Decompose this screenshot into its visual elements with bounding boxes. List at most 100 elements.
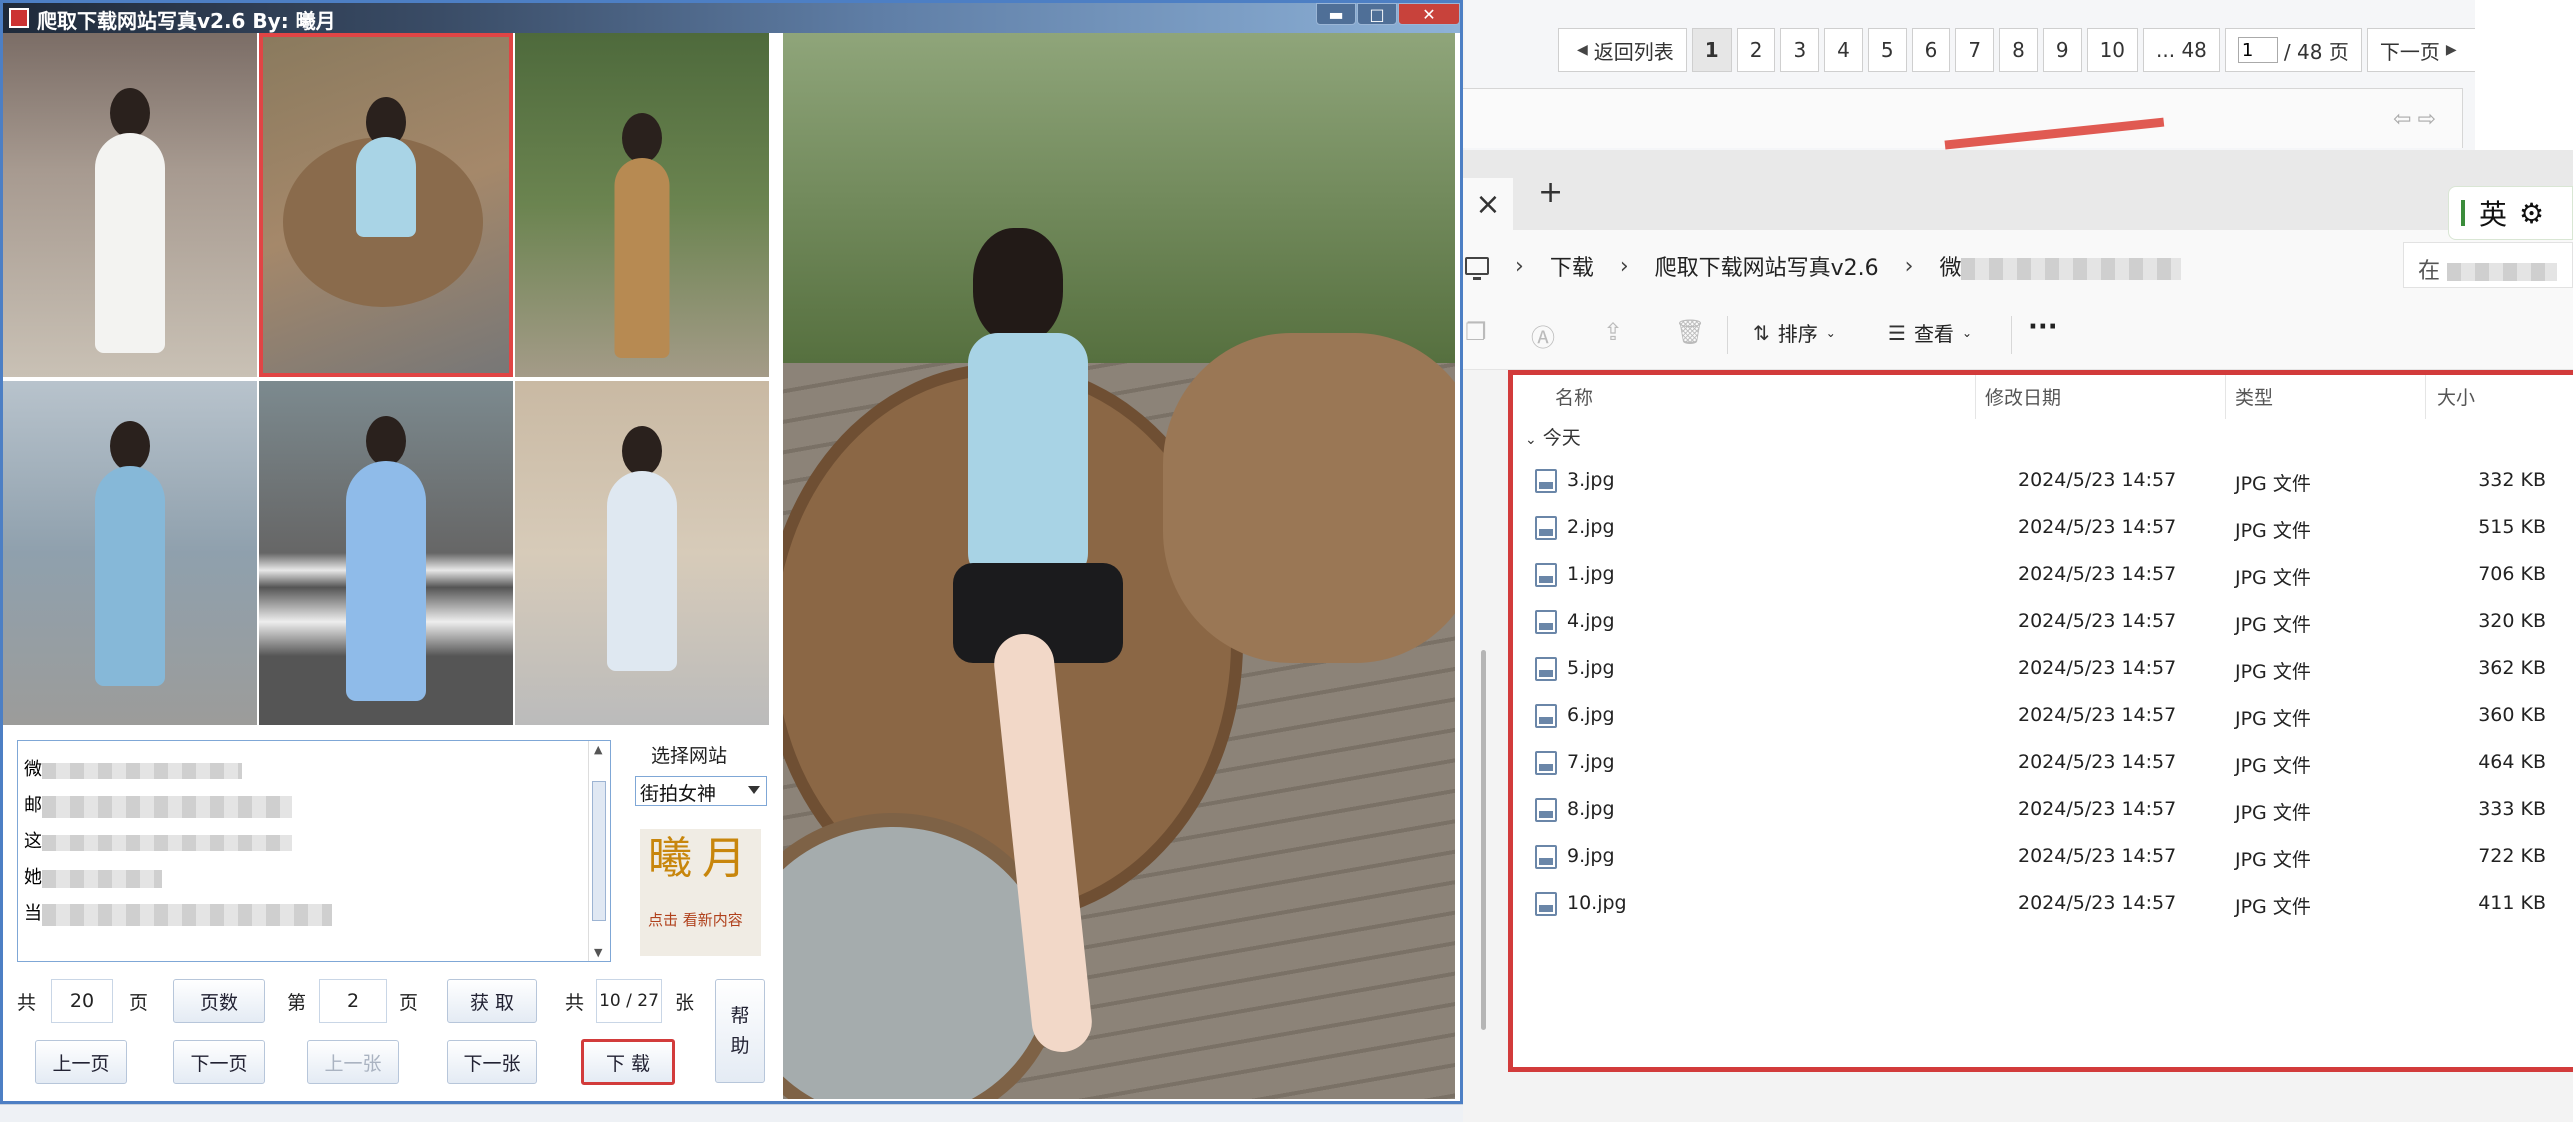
page-link[interactable]: 4 <box>1824 28 1863 72</box>
sort-icon: ⇅ <box>1753 320 1770 345</box>
page-link[interactable]: 8 <box>1999 28 2038 72</box>
new-tab-icon[interactable]: + <box>1538 175 1563 210</box>
search-input[interactable]: 在 <box>2403 242 2573 288</box>
page-link[interactable]: 10 <box>2086 28 2139 72</box>
file-row[interactable]: 2.jpg 2024/5/23 14:57 JPG 文件 515 KB <box>1513 504 2573 551</box>
file-row[interactable]: 3.jpg 2024/5/23 14:57 JPG 文件 332 KB <box>1513 457 2573 504</box>
nav-scrollbar[interactable] <box>1481 650 1486 1030</box>
next-image-button[interactable]: 下一张 <box>447 1040 537 1084</box>
page-link[interactable]: 1 <box>1691 28 1732 72</box>
prev-list-link[interactable]: ◀ 返回列表 <box>1558 28 1687 72</box>
file-size: 332 KB <box>2478 469 2546 491</box>
app-icon <box>9 8 29 28</box>
image-preview[interactable] <box>783 33 1455 1099</box>
scroll-thumb[interactable] <box>592 781 606 921</box>
thumbnail-4[interactable] <box>3 381 257 725</box>
gear-icon[interactable]: ⚙ <box>2519 197 2544 230</box>
maximize-button[interactable]: □ <box>1357 3 1397 25</box>
pages-button[interactable]: 页数 <box>173 979 265 1023</box>
column-divider[interactable] <box>2225 375 2226 419</box>
thumbnail-2-selected[interactable] <box>259 33 513 377</box>
scroll-down-icon[interactable]: ▼ <box>594 946 602 959</box>
breadcrumb-current-folder[interactable]: 微 <box>1939 250 2182 282</box>
total-pages-field[interactable]: 20 <box>51 979 113 1023</box>
page-link-last[interactable]: ... 48 <box>2143 28 2220 72</box>
info-scrollbar[interactable]: ▲ ▼ <box>588 741 610 961</box>
column-size[interactable]: 大小 <box>2437 383 2475 410</box>
thumbnail-6[interactable] <box>515 381 769 725</box>
toolbar-separator <box>1727 316 1728 354</box>
page-link[interactable]: 2 <box>1736 28 1776 72</box>
this-pc-icon[interactable] <box>1465 257 1489 280</box>
page-link[interactable]: 5 <box>1867 28 1907 72</box>
file-size: 706 KB <box>2478 563 2546 585</box>
file-row[interactable]: 1.jpg 2024/5/23 14:57 JPG 文件 706 KB <box>1513 551 2573 598</box>
page-link[interactable]: 6 <box>1911 28 1951 72</box>
prev-image-button[interactable]: 上一张 <box>307 1040 399 1084</box>
file-row[interactable]: 8.jpg 2024/5/23 14:57 JPG 文件 333 KB <box>1513 786 2573 833</box>
ime-handle[interactable] <box>2461 200 2465 226</box>
image-count-field: 10 / 27 <box>596 979 662 1023</box>
photo-figure <box>366 416 406 466</box>
group-today[interactable]: ⌄ 今天 <box>1525 423 1581 450</box>
file-date: 2024/5/23 14:57 <box>2018 845 2177 867</box>
file-row[interactable]: 9.jpg 2024/5/23 14:57 JPG 文件 722 KB <box>1513 833 2573 880</box>
file-row[interactable]: 5.jpg 2024/5/23 14:57 JPG 文件 362 KB <box>1513 645 2573 692</box>
triangle-left-icon: ◀ <box>1577 42 1588 58</box>
rename-icon[interactable]: Ⓐ <box>1531 318 1555 353</box>
page-link[interactable]: 3 <box>1780 28 1820 72</box>
download-button[interactable]: 下 载 <box>581 1039 675 1085</box>
current-page-field[interactable]: 2 <box>319 979 387 1023</box>
thumbnail-5[interactable] <box>259 381 513 725</box>
scroll-up-icon[interactable]: ▲ <box>594 743 602 756</box>
copy-icon[interactable]: ❐ <box>1465 318 1487 346</box>
file-type: JPG 文件 <box>2235 567 2311 589</box>
column-type[interactable]: 类型 <box>2235 383 2273 410</box>
page-link[interactable]: 7 <box>1955 28 1995 72</box>
breadcrumb-app-folder[interactable]: 爬取下载网站写真v2.6 <box>1655 250 1879 282</box>
column-date[interactable]: 修改日期 <box>1985 383 2061 410</box>
file-row[interactable]: 7.jpg 2024/5/23 14:57 JPG 文件 464 KB <box>1513 739 2573 786</box>
column-name[interactable]: 名称 <box>1555 383 1593 410</box>
site-select[interactable]: 街拍女神 <box>635 776 767 806</box>
prev-page-button[interactable]: 上一页 <box>35 1040 127 1084</box>
close-tab-icon[interactable]: × <box>1463 178 1513 230</box>
file-row[interactable]: 4.jpg 2024/5/23 14:57 JPG 文件 320 KB <box>1513 598 2573 645</box>
ime-toolbar[interactable]: 英 ⚙ <box>2448 186 2573 240</box>
view-button[interactable]: ☰ 查看 ⌄ <box>1888 318 1972 347</box>
sort-button[interactable]: ⇅ 排序 ⌄ <box>1753 318 1836 347</box>
column-divider[interactable] <box>2425 375 2426 419</box>
help-button[interactable]: 帮 助 <box>715 979 765 1083</box>
author-logo[interactable]: 曦月 点击 看新内容 <box>640 829 761 956</box>
info-textbox[interactable]: 微 邮 这 她 当 ▲ ▼ <box>17 740 611 962</box>
thumbnail-1[interactable] <box>3 33 257 377</box>
file-row[interactable]: 6.jpg 2024/5/23 14:57 JPG 文件 360 KB <box>1513 692 2573 739</box>
get-button[interactable]: 获 取 <box>447 979 537 1023</box>
file-row[interactable]: 10.jpg 2024/5/23 14:57 JPG 文件 411 KB <box>1513 880 2573 927</box>
thumbnail-3[interactable] <box>515 33 769 377</box>
page-link[interactable]: 9 <box>2042 28 2082 72</box>
file-explorer-window: × + › 下载 › 爬取下载网站写真v2.6 › 微 在 ❐ Ⓐ ⇪ 🗑 ⇅ 排… <box>1463 150 2573 1122</box>
column-divider[interactable] <box>1975 375 1976 419</box>
file-name: 5.jpg <box>1567 657 1615 679</box>
nav-pane-edge <box>1463 370 1508 1072</box>
file-date: 2024/5/23 14:57 <box>2018 563 2177 585</box>
count-label: 共 <box>565 992 585 1014</box>
file-type: JPG 文件 <box>2235 614 2311 636</box>
nav-arrows-icon[interactable]: ⇦⇨ <box>2393 107 2442 132</box>
photo-figure <box>110 88 150 138</box>
more-options-button[interactable]: ··· <box>2028 312 2058 342</box>
ime-language[interactable]: 英 <box>2479 193 2507 233</box>
delete-icon[interactable]: 🗑 <box>1675 318 1705 346</box>
minimize-button[interactable]: ▬ <box>1316 3 1356 25</box>
page-jump-input[interactable] <box>2237 37 2278 63</box>
breadcrumb-downloads[interactable]: 下载 <box>1550 250 1594 282</box>
file-name: 3.jpg <box>1567 469 1615 491</box>
share-icon[interactable]: ⇪ <box>1603 318 1623 346</box>
next-page-button[interactable]: 下一页 <box>173 1040 265 1084</box>
view-icon: ☰ <box>1888 320 1906 345</box>
close-button[interactable]: ✕ <box>1398 3 1460 25</box>
next-page-link[interactable]: 下一页 ▶ <box>2366 28 2476 72</box>
redacted-text <box>42 869 162 888</box>
crawler-app-window: 爬取下载网站写真v2.6 By: 曦月 ▬ □ ✕ 微 邮 这 她 当 ▲ ▼ … <box>0 0 1463 1104</box>
